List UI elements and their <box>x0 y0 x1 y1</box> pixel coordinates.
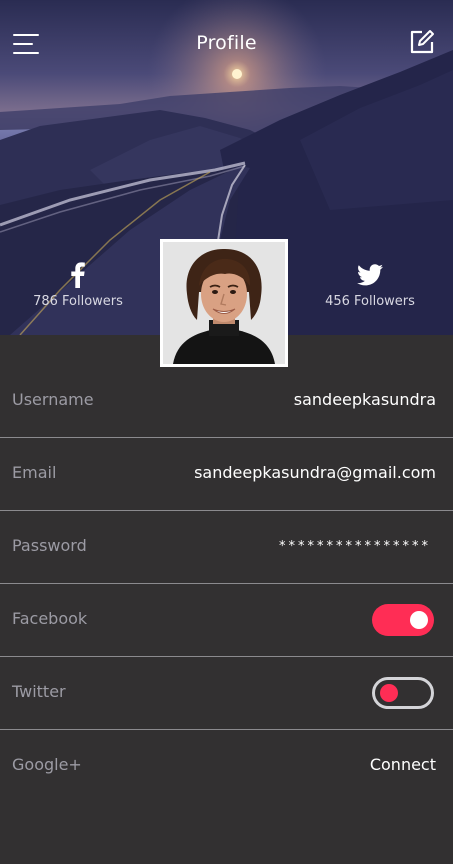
twitter-row: Twitter <box>0 657 453 730</box>
password-row: Password **************** <box>0 511 453 584</box>
twitter-toggle-knob <box>380 684 398 702</box>
username-label: Username <box>12 390 94 409</box>
username-value[interactable]: sandeepkasundra <box>294 390 436 409</box>
google-connect-button[interactable]: Connect <box>370 755 436 774</box>
email-row: Email sandeepkasundra@gmail.com <box>0 438 453 511</box>
facebook-row: Facebook <box>0 584 453 657</box>
facebook-followers[interactable]: 786 Followers <box>13 262 143 309</box>
facebook-followers-count: 786 Followers <box>33 294 123 309</box>
email-value[interactable]: sandeepkasundra@gmail.com <box>194 463 436 482</box>
username-row: Username sandeepkasundra <box>0 365 453 438</box>
facebook-icon <box>71 262 85 288</box>
google-label: Google+ <box>12 755 82 774</box>
facebook-toggle[interactable] <box>372 604 434 636</box>
facebook-label: Facebook <box>12 609 88 628</box>
twitter-label: Twitter <box>12 682 66 701</box>
page-title: Profile <box>196 32 257 54</box>
facebook-toggle-knob <box>410 611 428 629</box>
twitter-followers[interactable]: 456 Followers <box>305 262 435 309</box>
password-label: Password <box>12 536 87 555</box>
profile-form: Username sandeepkasundra Email sandeepka… <box>0 365 453 803</box>
password-value[interactable]: **************** <box>279 539 431 554</box>
avatar[interactable] <box>160 239 288 367</box>
email-label: Email <box>12 463 57 482</box>
avatar-photo <box>163 242 285 364</box>
twitter-followers-count: 456 Followers <box>325 294 415 309</box>
edit-icon[interactable] <box>409 29 435 55</box>
twitter-icon <box>357 264 383 286</box>
twitter-toggle[interactable] <box>372 677 434 709</box>
google-row: Google+ Connect <box>0 730 453 803</box>
